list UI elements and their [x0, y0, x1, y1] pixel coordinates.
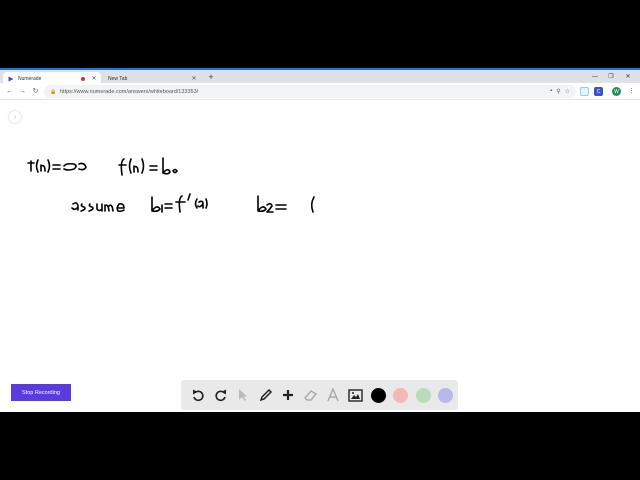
text-a-icon [327, 388, 339, 402]
menu-icon[interactable]: ⋮ [626, 86, 637, 97]
handwriting-stroke [40, 164, 46, 172]
tab-label: New Tab [108, 75, 128, 82]
url-text: https://www.numerade.com/answers/whitebo… [60, 88, 199, 95]
undo-icon [193, 389, 204, 402]
recording-icon [81, 76, 85, 81]
handwriting-stroke [164, 203, 173, 209]
add-tool[interactable] [277, 384, 300, 406]
handwriting-stroke [275, 204, 287, 210]
handwriting-stroke [141, 158, 145, 174]
camera-icon[interactable]: ▪ [550, 88, 552, 95]
screen: Numerade ✕ New Tab ✕ + — ❐ ✕ ← → ↻ 🔒 htt… [0, 0, 640, 480]
close-window-icon[interactable]: ✕ [621, 71, 635, 83]
whiteboard-canvas[interactable]: 1 Stop Recording [0, 101, 640, 412]
redo-icon [215, 389, 226, 402]
extension-cast-icon[interactable] [580, 87, 589, 96]
pencil-icon [259, 388, 272, 402]
handwriting-stroke [149, 165, 158, 171]
handwriting-stroke [96, 203, 103, 212]
handwriting-stroke [205, 198, 208, 209]
handwriting-stroke [52, 164, 61, 170]
new-tab-button[interactable]: + [206, 71, 216, 83]
profile-avatar[interactable]: W [612, 87, 621, 96]
numerade-logo-icon [8, 76, 14, 82]
maximize-icon[interactable]: ❐ [604, 71, 618, 83]
eraser-tool[interactable] [300, 384, 323, 406]
pen-tool[interactable] [255, 384, 278, 406]
handwriting-stroke [175, 195, 186, 213]
handwriting-stroke [27, 160, 35, 172]
color-swatch-black[interactable] [370, 387, 386, 403]
address-bar[interactable]: 🔒 https://www.numerade.com/answers/white… [44, 85, 576, 98]
handwriting-stroke [118, 158, 127, 176]
handwriting-stroke [257, 195, 267, 213]
browser-window: Numerade ✕ New Tab ✕ + — ❐ ✕ ← → ↻ 🔒 htt… [0, 68, 640, 412]
handwriting-stroke [197, 200, 204, 209]
bookmark-star-icon[interactable]: ☆ [565, 88, 570, 95]
handwriting-stroke [80, 203, 86, 212]
image-tool[interactable] [345, 384, 368, 406]
pointer-icon [239, 389, 248, 401]
handwriting-stroke [71, 202, 79, 211]
handwriting-stroke [47, 159, 51, 173]
redo-button[interactable] [210, 384, 233, 406]
tab-label: Numerade [18, 75, 42, 82]
color-swatch-purple[interactable] [438, 387, 454, 403]
handwriting-stroke [266, 202, 274, 213]
close-tab-icon[interactable]: ✕ [190, 75, 198, 82]
handwriting-stroke [128, 158, 132, 174]
reload-button[interactable]: ↻ [30, 86, 41, 97]
stop-recording-button[interactable]: Stop Recording [11, 384, 71, 401]
text-tool[interactable] [322, 384, 345, 406]
close-tab-icon[interactable]: ✕ [90, 75, 98, 82]
undo-button[interactable] [187, 384, 210, 406]
tab-strip: Numerade ✕ New Tab ✕ + — ❐ ✕ [0, 68, 640, 85]
handwriting-stroke [310, 196, 315, 213]
drawing-toolbox [181, 380, 458, 410]
zoom-icon[interactable]: ⚲ [556, 88, 560, 95]
eraser-icon [304, 390, 318, 401]
handwriting-stroke [151, 196, 161, 213]
select-tool[interactable] [232, 384, 255, 406]
handwriting-stroke [88, 203, 94, 212]
handwriting-stroke [35, 159, 39, 173]
image-icon [348, 388, 363, 402]
extension-c-icon[interactable]: C [594, 87, 603, 96]
handwriting-stroke [104, 204, 114, 212]
browser-toolbar: ← → ↻ 🔒 https://www.numerade.com/answers… [0, 83, 640, 100]
handwriting-stroke [194, 198, 198, 209]
back-button[interactable]: ← [4, 86, 15, 97]
plus-icon [283, 390, 294, 400]
minimize-icon[interactable]: — [588, 71, 602, 83]
color-swatch-pink[interactable] [393, 387, 409, 403]
handwriting-stroke [162, 157, 171, 175]
handwriting-stroke [116, 203, 125, 213]
handwriting-stroke [133, 165, 139, 173]
handwriting-stroke [78, 162, 87, 171]
forward-button[interactable]: → [17, 86, 28, 97]
handwriting-layer [27, 157, 315, 213]
handwriting-stroke [63, 162, 77, 171]
lock-icon: 🔒 [50, 88, 57, 95]
handwriting-stroke [187, 193, 191, 201]
color-swatch-green[interactable] [415, 387, 431, 403]
handwriting-stroke [172, 168, 178, 174]
